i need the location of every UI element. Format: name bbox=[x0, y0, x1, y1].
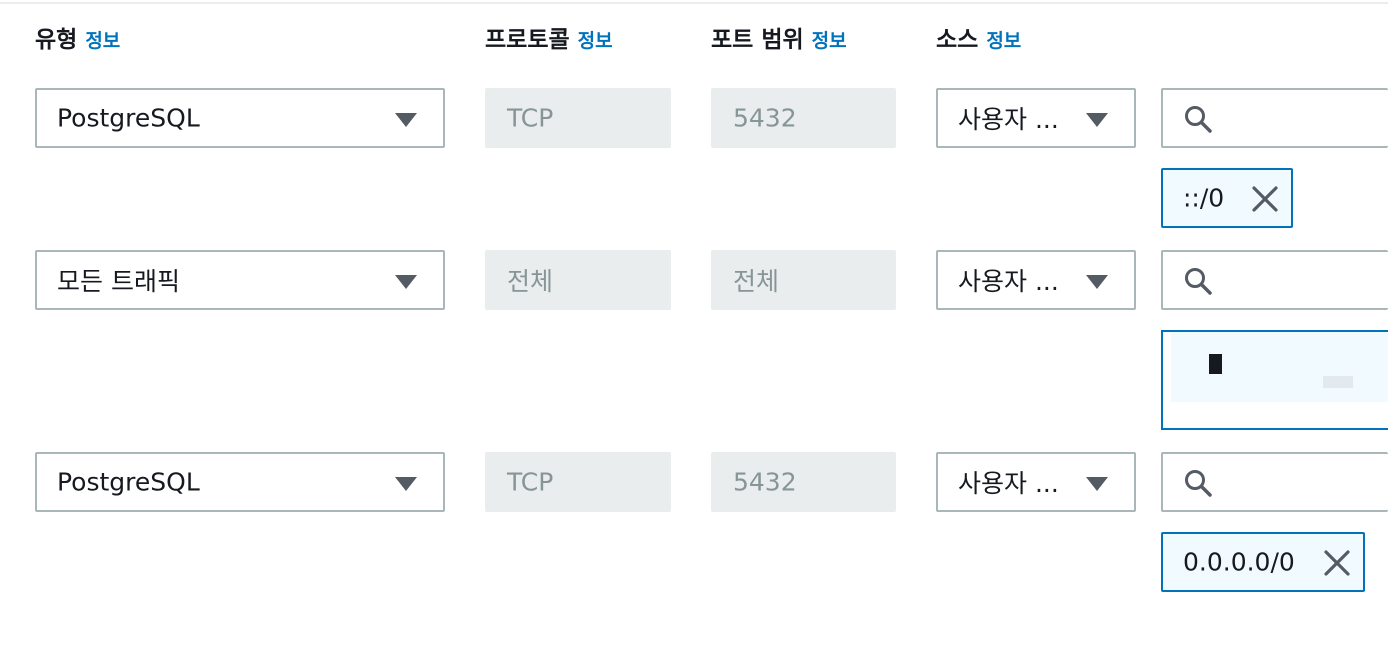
port-range-field: 5432 bbox=[711, 88, 896, 148]
protocol-field: TCP bbox=[485, 88, 671, 148]
source-token: ::/0 bbox=[1161, 168, 1293, 228]
port-range-field: 5432 bbox=[711, 452, 896, 512]
caret-down-icon bbox=[395, 113, 417, 127]
source-select[interactable]: 사용자 ... bbox=[936, 250, 1136, 310]
type-select[interactable]: PostgreSQL bbox=[35, 452, 445, 512]
protocol-field: 전체 bbox=[485, 250, 671, 310]
source-select[interactable]: 사용자 ... bbox=[936, 452, 1136, 512]
header-protocol: 프로토콜 정보 bbox=[485, 20, 613, 54]
port-range-value: 전체 bbox=[733, 267, 780, 296]
info-link-type[interactable]: 정보 bbox=[85, 30, 120, 52]
port-range-value: 5432 bbox=[733, 467, 797, 497]
close-icon[interactable] bbox=[1251, 185, 1279, 213]
header-source: 소스 정보 bbox=[936, 20, 1021, 54]
top-divider bbox=[0, 2, 1388, 4]
type-select[interactable]: PostgreSQL bbox=[35, 88, 445, 148]
search-icon bbox=[1185, 268, 1212, 295]
source-search-input[interactable] bbox=[1161, 250, 1388, 310]
protocol-value: TCP bbox=[507, 467, 554, 497]
redacted-mark bbox=[1323, 376, 1353, 388]
protocol-field: TCP bbox=[485, 452, 671, 512]
search-icon bbox=[1185, 106, 1212, 133]
source-select-value: 사용자 ... bbox=[958, 469, 1059, 498]
header-port-range-label: 포트 범위 bbox=[711, 27, 804, 53]
header-type-label: 유형 bbox=[35, 27, 78, 53]
header-source-label: 소스 bbox=[936, 27, 979, 53]
header-type: 유형 정보 bbox=[35, 20, 120, 54]
source-select-value: 사용자 ... bbox=[958, 267, 1059, 296]
caret-down-icon bbox=[1086, 275, 1108, 289]
info-link-source[interactable]: 정보 bbox=[986, 30, 1021, 52]
protocol-value: TCP bbox=[507, 103, 554, 133]
source-token-value: 0.0.0.0/0 bbox=[1183, 547, 1295, 577]
caret-down-icon bbox=[1086, 113, 1108, 127]
search-icon bbox=[1185, 470, 1212, 497]
type-select-value: 모든 트래픽 bbox=[57, 267, 180, 296]
port-range-field: 전체 bbox=[711, 250, 896, 310]
header-port-range: 포트 범위 정보 bbox=[711, 20, 847, 54]
type-select-value: PostgreSQL bbox=[57, 467, 200, 497]
source-select[interactable]: 사용자 ... bbox=[936, 88, 1136, 148]
header-protocol-label: 프로토콜 bbox=[485, 27, 570, 53]
text-cursor bbox=[1209, 354, 1222, 374]
caret-down-icon bbox=[395, 275, 417, 289]
source-token-redacted bbox=[1161, 330, 1388, 430]
source-search-input[interactable] bbox=[1161, 88, 1388, 148]
source-select-value: 사용자 ... bbox=[958, 105, 1059, 134]
protocol-value: 전체 bbox=[507, 267, 554, 296]
source-token-value: ::/0 bbox=[1183, 183, 1225, 213]
source-token: 0.0.0.0/0 bbox=[1161, 532, 1365, 592]
token-area bbox=[1171, 332, 1388, 402]
caret-down-icon bbox=[1086, 477, 1108, 491]
info-link-port-range[interactable]: 정보 bbox=[812, 30, 847, 52]
caret-down-icon bbox=[395, 477, 417, 491]
info-link-protocol[interactable]: 정보 bbox=[578, 30, 613, 52]
source-search-input[interactable] bbox=[1161, 452, 1388, 512]
type-select-value: PostgreSQL bbox=[57, 103, 200, 133]
port-range-value: 5432 bbox=[733, 103, 797, 133]
close-icon[interactable] bbox=[1323, 549, 1351, 577]
type-select[interactable]: 모든 트래픽 bbox=[35, 250, 445, 310]
